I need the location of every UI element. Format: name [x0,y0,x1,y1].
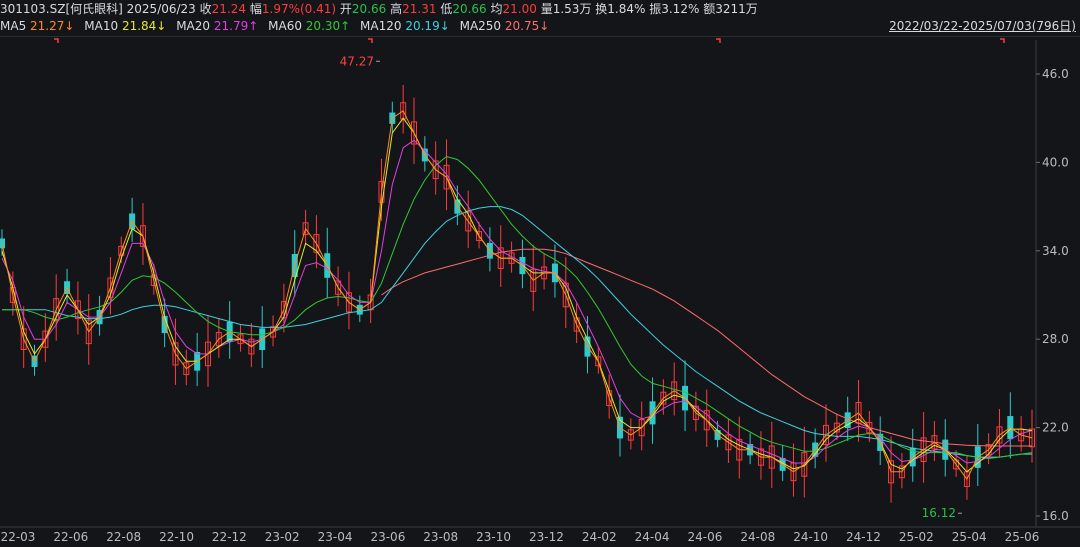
x-tick-label: 25-04 [952,530,987,544]
price-chart[interactable]: 46.0 40.0 34.0 28.0 22.0 16.0 22-03 22-06 22-08 2… [0,0,1080,547]
event-flag-icon[interactable] [1000,38,1005,43]
series-line-ma10 [1,117,1033,473]
x-tick-label: 23-04 [318,530,353,544]
y-tick-label: 40.0 [1042,155,1069,169]
event-flag-icon[interactable] [54,38,59,43]
y-tick-label: 28.0 [1042,332,1069,346]
x-tick-label: 25-06 [1005,530,1040,544]
x-tick-label: 23-12 [529,530,564,544]
y-tick-label: 46.0 [1042,67,1069,81]
x-tick-label: 24-06 [688,530,723,544]
x-tick-label: 23-08 [423,530,458,544]
x-tick-label: 22-10 [159,530,194,544]
x-tick-label: 23-10 [476,530,511,544]
x-tick-label: 24-02 [582,530,617,544]
low-annotation: 16.12 [922,506,956,520]
x-tick-label: 24-12 [846,530,881,544]
series-line-ma20 [1,139,1033,464]
event-flag-icon[interactable] [368,38,373,43]
x-tick-label: 23-02 [265,530,300,544]
series-line-ma5 [1,110,1033,481]
x-tick-label: 24-08 [740,530,775,544]
y-tick-label: 22.0 [1042,421,1069,435]
x-tick-label: 23-06 [370,530,405,544]
event-flag-icon[interactable] [716,38,721,43]
x-tick-label: 24-04 [635,530,670,544]
high-annotation: 47.27 [340,54,374,68]
series-line-ma120 [2,206,1032,458]
x-tick-label: 22-08 [106,530,141,544]
x-tick-label: 22-06 [53,530,88,544]
y-tick-label: 16.0 [1042,509,1069,523]
x-tick-label: 24-10 [793,530,828,544]
y-tick-label: 34.0 [1042,244,1069,258]
series-line-ma60 [2,155,1033,460]
x-tick-label: 22-12 [212,530,247,544]
x-tick-label: 25-02 [899,530,934,544]
x-tick-label: 22-03 [1,530,36,544]
